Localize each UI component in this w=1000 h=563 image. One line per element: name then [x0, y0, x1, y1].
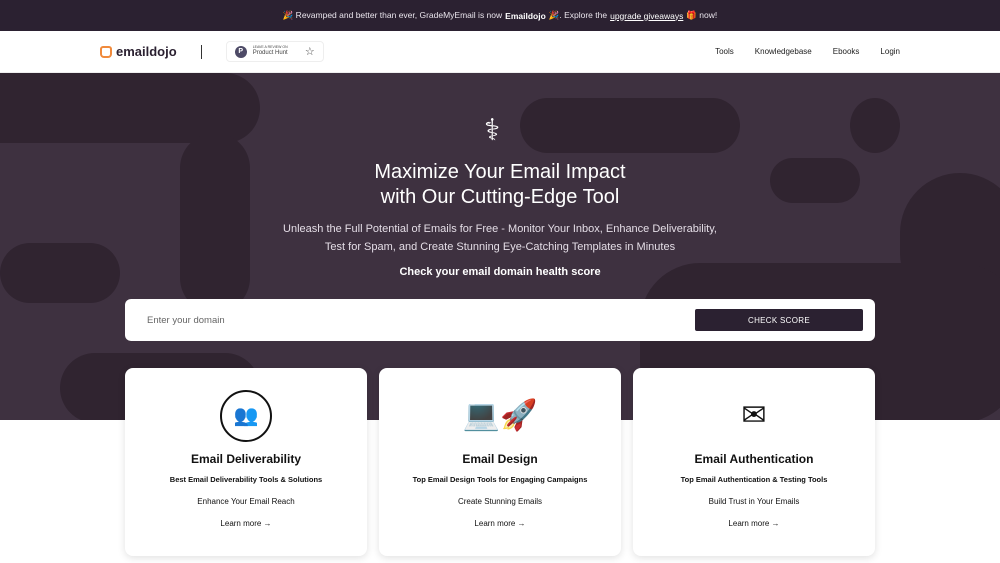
card-subtitle: Top Email Authentication & Testing Tools	[680, 475, 828, 484]
domain-input[interactable]	[147, 314, 695, 326]
logo[interactable]: emaildojo	[100, 44, 177, 59]
nav-tools[interactable]: Tools	[715, 47, 734, 56]
announcement-bar: 🎉 Revamped and better than ever, GradeMy…	[0, 0, 1000, 31]
learn-more-link[interactable]: Learn more →	[125, 519, 367, 528]
hero-title: Maximize Your Email Impact with Our Cutti…	[374, 161, 626, 208]
stethoscope-icon: ⚕	[484, 114, 501, 147]
card-title: Email Deliverability	[190, 452, 302, 466]
card-subtitle: Best Email Deliverability Tools & Soluti…	[169, 475, 323, 484]
laptop-rocket-icon: 💻🚀	[462, 399, 538, 432]
product-hunt-badge[interactable]: P LEAVE A REVIEW ON Product Hunt ☆	[225, 41, 324, 62]
logo-text: emaildojo	[116, 44, 177, 59]
envelope-icon: ✉	[741, 399, 767, 432]
navbar: emaildojo P LEAVE A REVIEW ON Product Hun…	[0, 31, 1000, 73]
ph-label: Product Hunt	[252, 50, 288, 57]
cta-heading: Check your email domain health score	[399, 266, 601, 278]
card-deliverability[interactable]: 👥 Email Deliverability Best Email Delive…	[125, 368, 367, 556]
announcement-text: 🎉 Revamped and better than ever, GradeMy…	[282, 10, 503, 20]
nav-knowledgebase[interactable]: Knowledgebase	[755, 47, 812, 56]
check-score-button[interactable]: CHECK SCORE	[695, 309, 863, 331]
users-icon: 👥	[220, 389, 272, 442]
announcement-text-2: 🎉. Explore the	[548, 10, 608, 20]
card-authentication[interactable]: ✉ Email Authentication Top Email Authent…	[633, 368, 875, 556]
learn-more-link[interactable]: Learn more →	[379, 519, 621, 528]
card-title: Email Authentication	[694, 452, 814, 466]
divider	[200, 44, 202, 59]
card-desc: Build Trust in Your Emails	[708, 497, 800, 506]
hero-subtitle: Unleash the Full Potential of Emails for…	[283, 223, 717, 253]
announcement-brand: Emaildojo	[505, 10, 546, 21]
card-title: Email Design	[462, 452, 538, 466]
nav-ebooks[interactable]: Ebooks	[833, 47, 860, 56]
learn-more-link[interactable]: Learn more →	[633, 519, 875, 528]
domain-search: CHECK SCORE	[125, 299, 875, 341]
logo-icon	[100, 45, 112, 58]
card-desc: Enhance Your Email Reach	[197, 497, 295, 506]
card-subtitle: Top Email Design Tools for Engaging Camp…	[412, 475, 588, 484]
nav-login[interactable]: Login	[880, 47, 900, 56]
card-design[interactable]: 💻🚀 Email Design Top Email Design Tools f…	[379, 368, 621, 556]
star-icon: ☆	[304, 46, 315, 58]
giveaways-link[interactable]: upgrade giveaways	[610, 11, 683, 21]
announcement-text-3: 🎁 now!	[686, 10, 718, 20]
product-hunt-icon: P	[234, 45, 247, 58]
card-desc: Create Stunning Emails	[457, 497, 543, 506]
